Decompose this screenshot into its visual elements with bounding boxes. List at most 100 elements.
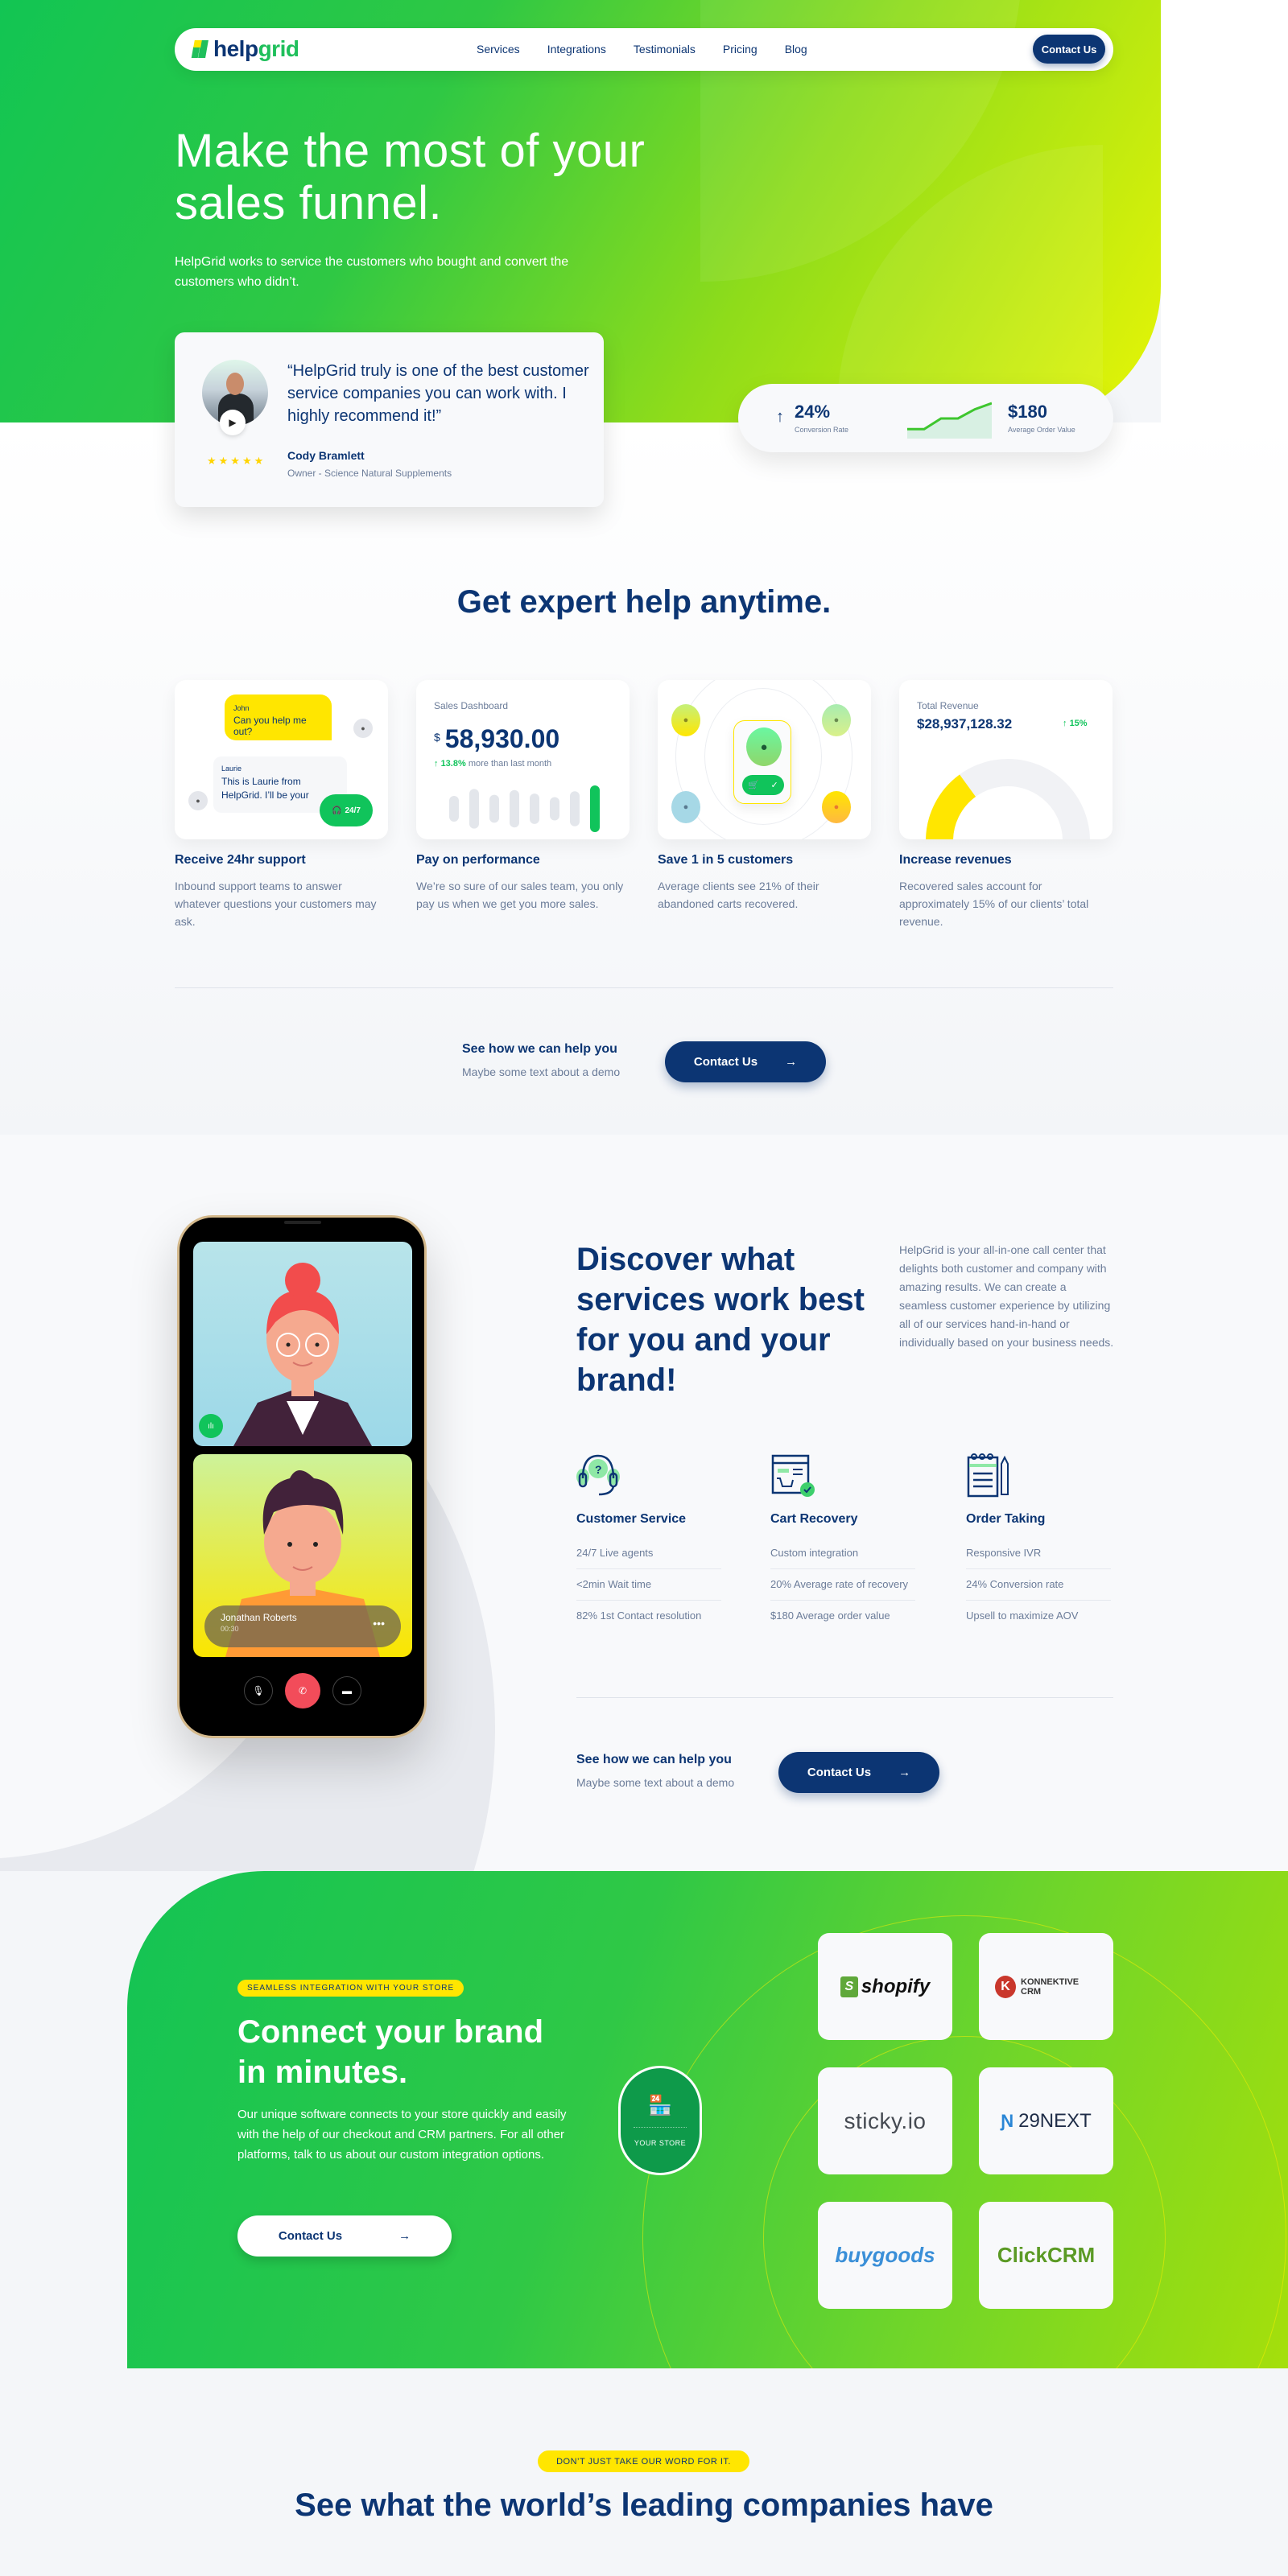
nav-link-testimonials[interactable]: Testimonials: [634, 43, 696, 56]
headset-icon: ?: [576, 1453, 620, 1496]
nav-link-blog[interactable]: Blog: [785, 43, 807, 56]
check-icon: ✓: [770, 781, 778, 790]
chat-user-message: Can you help me out?: [233, 715, 307, 737]
features-title: Get expert help anytime.: [456, 584, 832, 620]
chat-agent-message: This is Laurie from HelpGrid. I’ll be yo…: [221, 776, 309, 801]
testimonial-author: Cody Bramlett: [287, 449, 365, 462]
service-title: Cart Recovery: [770, 1512, 858, 1526]
play-icon: ▶: [229, 417, 237, 428]
amount-value: 58,930.00: [444, 724, 560, 753]
service-customer-service: ? Customer Service 24/7 Live agents <2mi…: [576, 1453, 721, 1631]
partner-logo-shopify[interactable]: Sshopify: [818, 1933, 952, 2040]
agent-illustration: [233, 1263, 372, 1446]
sales-bar: [449, 796, 459, 822]
logo[interactable]: helpgrid: [191, 36, 299, 62]
nav-links: Services Integrations Testimonials Prici…: [477, 43, 835, 56]
nav-link-services[interactable]: Services: [477, 43, 520, 56]
delta-value: 13.8%: [440, 759, 466, 769]
integrations-title: Connect your brand in minutes.: [237, 2014, 544, 2090]
cart-browser-icon: [770, 1453, 815, 1497]
sales-bar: [489, 794, 499, 823]
service-item: <2min Wait time: [576, 1569, 721, 1601]
divider: [175, 987, 1113, 988]
conversion-rate-value: 24%: [795, 402, 831, 422]
integration-tag: SEAMLESS INTEGRATION WITH YOUR STORE: [237, 1980, 464, 1997]
badge-text: 24/7: [345, 806, 361, 815]
dashboard-amount: $58,930.00: [434, 724, 559, 754]
mute-button[interactable]: 🎙: [244, 1676, 273, 1705]
partner-name: ClickCRM: [997, 2243, 1096, 2267]
partner-logo-clickcrm[interactable]: ClickCRM: [979, 2202, 1113, 2309]
partner-logo-29next[interactable]: Ɲ 29NEXT: [979, 2067, 1113, 2174]
nav-link-pricing[interactable]: Pricing: [723, 43, 758, 56]
partner-logo-buygoods[interactable]: buygoods: [818, 2202, 952, 2309]
contact-us-button[interactable]: Contact Us →: [778, 1752, 939, 1793]
cart-icon: 🛒: [748, 781, 759, 790]
testimonial-role: Owner - Science Natural Supplements: [287, 468, 452, 479]
feature-desc-support: Inbound support teams to answer whatever…: [175, 880, 377, 928]
sales-bar: [469, 789, 479, 829]
feature-title-support: Receive 24hr support: [175, 853, 306, 867]
cta-subtitle: Maybe some text about a demo: [576, 1776, 735, 1789]
more-options-icon[interactable]: •••: [373, 1617, 385, 1630]
service-item: 20% Average rate of recovery: [770, 1569, 915, 1601]
contact-us-button[interactable]: Contact Us →: [665, 1041, 826, 1082]
caller-info-bar: Jonathan Roberts 00:30 •••: [204, 1605, 401, 1647]
delta-text: more than last month: [468, 759, 552, 769]
contact-us-button[interactable]: Contact Us →: [237, 2215, 452, 2257]
audio-active-icon: ılı: [199, 1414, 223, 1438]
person-icon: ●: [822, 791, 851, 823]
service-title: Customer Service: [576, 1512, 687, 1526]
service-item: 24/7 Live agents: [576, 1538, 721, 1569]
nav-link-integrations[interactable]: Integrations: [547, 43, 606, 56]
logo-text-help: help: [213, 36, 258, 61]
sales-bar: [570, 791, 580, 826]
sales-bar: [550, 797, 559, 821]
arrow-right-icon: →: [398, 2229, 411, 2243]
conversion-rate-label: Conversion Rate: [795, 426, 849, 434]
gauge-fill: [926, 774, 976, 839]
end-call-button[interactable]: ✆: [285, 1673, 320, 1708]
cta-subtitle: Maybe some text about a demo: [462, 1065, 621, 1078]
agent-avatar-icon: ●: [188, 791, 208, 810]
hero-right-margin: [1161, 0, 1288, 422]
caller-name: Jonathan Roberts: [221, 1612, 297, 1623]
partner-logo-sticky[interactable]: sticky.io: [818, 2067, 952, 2174]
29next-logo: Ɲ 29NEXT: [1001, 2110, 1092, 2133]
chat-button[interactable]: ▬: [332, 1676, 361, 1705]
testimonials-title: See what the world’s leading companies h…: [295, 2487, 993, 2523]
cta-title: See how we can help you: [462, 1042, 617, 1056]
headset-icon: 🎧: [332, 806, 342, 815]
nav-contact-button[interactable]: Contact Us: [1033, 35, 1105, 64]
feature-desc-performance: We’re so sure of our sales team, you onl…: [416, 880, 624, 910]
sales-bar-chart: [449, 785, 600, 832]
partner-logo-konnektive[interactable]: K KONNEKTIVE CRM: [979, 1933, 1113, 2040]
arrow-up-icon: ↑: [1063, 719, 1070, 728]
shopify-logo: Sshopify: [840, 1976, 930, 1998]
phone-notch: [284, 1221, 321, 1224]
service-item: 82% 1st Contact resolution: [576, 1609, 702, 1622]
revenue-delta: ↑ 15%: [1063, 719, 1088, 728]
divider: [576, 1697, 1113, 1698]
chat-user-name: John: [233, 704, 250, 712]
support-247-badge: 🎧 24/7: [320, 794, 373, 826]
button-label: Contact Us: [807, 1766, 872, 1779]
button-label: Contact Us: [693, 1055, 758, 1069]
top-navbar: helpgrid Services Integrations Testimoni…: [175, 28, 1113, 71]
feature-desc-revenue: Recovered sales account for approximatel…: [899, 880, 1089, 928]
cart-recovered-toggle: 🛒 ✓: [742, 775, 784, 795]
phone-icon: ✆: [298, 1685, 308, 1696]
testimonial-quote: “HelpGrid truly is one of the best custo…: [287, 362, 589, 425]
play-video-button[interactable]: ▶: [220, 410, 246, 435]
stats-pill: ↑ 24% Conversion Rate $180 Average Order…: [738, 384, 1113, 452]
sales-bar: [530, 793, 539, 824]
konnektive-logo: K KONNEKTIVE CRM: [995, 1975, 1097, 1998]
feature-desc-save: Average clients see 21% of their abandon…: [658, 880, 819, 910]
partner-name: sticky.io: [844, 2108, 927, 2133]
aov-value: $180: [1008, 402, 1047, 422]
feature-title-revenue: Increase revenues: [899, 853, 1012, 867]
service-order-taking: Order Taking Responsive IVR 24% Conversi…: [966, 1453, 1111, 1631]
currency-symbol: $: [434, 731, 440, 744]
partner-name: 29NEXT: [1018, 2109, 1092, 2132]
services-title: Discover what services work best for you…: [576, 1242, 865, 1398]
